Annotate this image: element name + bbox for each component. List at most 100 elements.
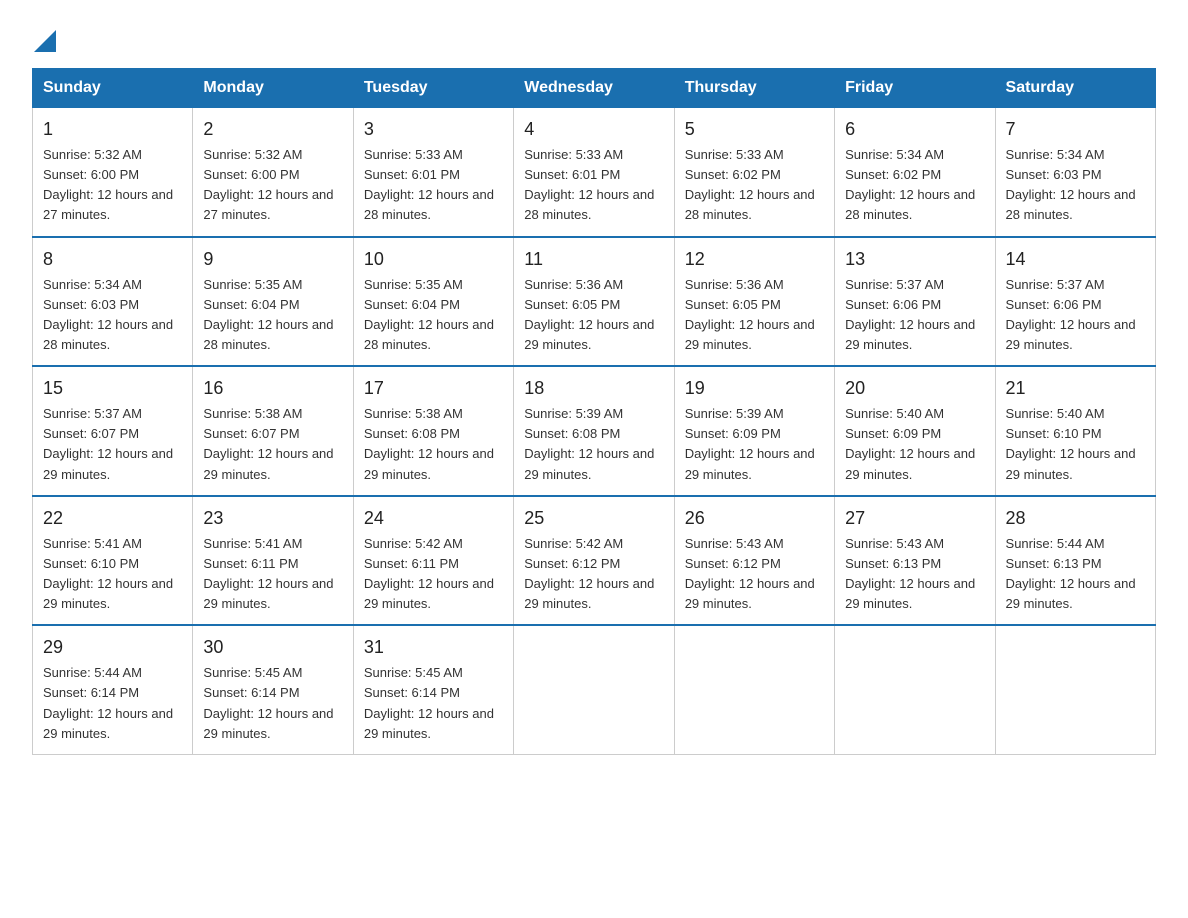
calendar-cell: 27 Sunrise: 5:43 AMSunset: 6:13 PMDayligh…	[835, 496, 995, 626]
day-info: Sunrise: 5:36 AMSunset: 6:05 PMDaylight:…	[685, 277, 815, 352]
calendar-cell: 13 Sunrise: 5:37 AMSunset: 6:06 PMDayligh…	[835, 237, 995, 367]
calendar-cell: 10Sunrise: 5:35 AMSunset: 6:04 PMDayligh…	[353, 237, 513, 367]
day-info: Sunrise: 5:38 AMSunset: 6:07 PMDaylight:…	[203, 406, 333, 481]
day-info: Sunrise: 5:40 AMSunset: 6:09 PMDaylight:…	[845, 406, 975, 481]
day-number: 24	[364, 505, 503, 532]
day-number: 21	[1006, 375, 1145, 402]
day-info: Sunrise: 5:41 AMSunset: 6:11 PMDaylight:…	[203, 536, 333, 611]
day-info: Sunrise: 5:33 AMSunset: 6:02 PMDaylight:…	[685, 147, 815, 222]
weekday-header-row: SundayMondayTuesdayWednesdayThursdayFrid…	[33, 69, 1156, 108]
calendar-cell: 12 Sunrise: 5:36 AMSunset: 6:05 PMDayligh…	[674, 237, 834, 367]
calendar-cell: 16 Sunrise: 5:38 AMSunset: 6:07 PMDayligh…	[193, 366, 353, 496]
calendar-cell	[995, 625, 1155, 754]
calendar-cell: 17Sunrise: 5:38 AMSunset: 6:08 PMDayligh…	[353, 366, 513, 496]
calendar-week-row: 29Sunrise: 5:44 AMSunset: 6:14 PMDayligh…	[33, 625, 1156, 754]
calendar-cell: 30 Sunrise: 5:45 AMSunset: 6:14 PMDayligh…	[193, 625, 353, 754]
calendar-cell: 26 Sunrise: 5:43 AMSunset: 6:12 PMDayligh…	[674, 496, 834, 626]
day-number: 1	[43, 116, 182, 143]
calendar-cell: 4 Sunrise: 5:33 AMSunset: 6:01 PMDaylight…	[514, 108, 674, 237]
day-number: 25	[524, 505, 663, 532]
day-info: Sunrise: 5:33 AMSunset: 6:01 PMDaylight:…	[364, 147, 494, 222]
calendar-week-row: 15 Sunrise: 5:37 AMSunset: 6:07 PMDayligh…	[33, 366, 1156, 496]
day-number: 11	[524, 246, 663, 273]
day-info: Sunrise: 5:42 AMSunset: 6:12 PMDaylight:…	[524, 536, 654, 611]
day-number: 16	[203, 375, 342, 402]
calendar-cell	[835, 625, 995, 754]
calendar-cell: 23 Sunrise: 5:41 AMSunset: 6:11 PMDayligh…	[193, 496, 353, 626]
day-info: Sunrise: 5:45 AMSunset: 6:14 PMDaylight:…	[364, 665, 494, 740]
day-info: Sunrise: 5:43 AMSunset: 6:13 PMDaylight:…	[845, 536, 975, 611]
day-info: Sunrise: 5:37 AMSunset: 6:06 PMDaylight:…	[845, 277, 975, 352]
day-info: Sunrise: 5:35 AMSunset: 6:04 PMDaylight:…	[203, 277, 333, 352]
day-number: 7	[1006, 116, 1145, 143]
weekday-header-thursday: Thursday	[674, 69, 834, 108]
day-info: Sunrise: 5:43 AMSunset: 6:12 PMDaylight:…	[685, 536, 815, 611]
calendar-week-row: 8Sunrise: 5:34 AMSunset: 6:03 PMDaylight…	[33, 237, 1156, 367]
weekday-header-friday: Friday	[835, 69, 995, 108]
calendar-cell: 21 Sunrise: 5:40 AMSunset: 6:10 PMDayligh…	[995, 366, 1155, 496]
calendar-week-row: 1 Sunrise: 5:32 AMSunset: 6:00 PMDaylight…	[33, 108, 1156, 237]
calendar-cell: 2 Sunrise: 5:32 AMSunset: 6:00 PMDaylight…	[193, 108, 353, 237]
calendar-cell	[514, 625, 674, 754]
calendar-cell: 28 Sunrise: 5:44 AMSunset: 6:13 PMDayligh…	[995, 496, 1155, 626]
calendar-cell: 8Sunrise: 5:34 AMSunset: 6:03 PMDaylight…	[33, 237, 193, 367]
logo-triangle-icon	[34, 26, 56, 52]
day-info: Sunrise: 5:39 AMSunset: 6:09 PMDaylight:…	[685, 406, 815, 481]
day-info: Sunrise: 5:32 AMSunset: 6:00 PMDaylight:…	[43, 147, 173, 222]
day-info: Sunrise: 5:34 AMSunset: 6:03 PMDaylight:…	[1006, 147, 1136, 222]
day-info: Sunrise: 5:42 AMSunset: 6:11 PMDaylight:…	[364, 536, 494, 611]
calendar-cell: 31 Sunrise: 5:45 AMSunset: 6:14 PMDayligh…	[353, 625, 513, 754]
day-number: 26	[685, 505, 824, 532]
day-number: 2	[203, 116, 342, 143]
day-info: Sunrise: 5:33 AMSunset: 6:01 PMDaylight:…	[524, 147, 654, 222]
day-number: 23	[203, 505, 342, 532]
day-number: 17	[364, 375, 503, 402]
calendar-cell: 29Sunrise: 5:44 AMSunset: 6:14 PMDayligh…	[33, 625, 193, 754]
calendar-cell: 25 Sunrise: 5:42 AMSunset: 6:12 PMDayligh…	[514, 496, 674, 626]
calendar-cell: 3 Sunrise: 5:33 AMSunset: 6:01 PMDaylight…	[353, 108, 513, 237]
day-number: 30	[203, 634, 342, 661]
calendar-cell: 7 Sunrise: 5:34 AMSunset: 6:03 PMDaylight…	[995, 108, 1155, 237]
day-info: Sunrise: 5:40 AMSunset: 6:10 PMDaylight:…	[1006, 406, 1136, 481]
calendar-cell: 6Sunrise: 5:34 AMSunset: 6:02 PMDaylight…	[835, 108, 995, 237]
day-number: 31	[364, 634, 503, 661]
day-number: 9	[203, 246, 342, 273]
day-info: Sunrise: 5:45 AMSunset: 6:14 PMDaylight:…	[203, 665, 333, 740]
day-info: Sunrise: 5:37 AMSunset: 6:07 PMDaylight:…	[43, 406, 173, 481]
day-number: 27	[845, 505, 984, 532]
day-number: 19	[685, 375, 824, 402]
calendar-cell: 24 Sunrise: 5:42 AMSunset: 6:11 PMDayligh…	[353, 496, 513, 626]
day-number: 15	[43, 375, 182, 402]
weekday-header-saturday: Saturday	[995, 69, 1155, 108]
calendar-cell	[674, 625, 834, 754]
calendar-cell: 15 Sunrise: 5:37 AMSunset: 6:07 PMDayligh…	[33, 366, 193, 496]
day-number: 20	[845, 375, 984, 402]
day-number: 13	[845, 246, 984, 273]
calendar-cell: 20 Sunrise: 5:40 AMSunset: 6:09 PMDayligh…	[835, 366, 995, 496]
day-number: 22	[43, 505, 182, 532]
page-header	[32, 24, 1156, 48]
weekday-header-monday: Monday	[193, 69, 353, 108]
calendar-cell: 1 Sunrise: 5:32 AMSunset: 6:00 PMDaylight…	[33, 108, 193, 237]
calendar-cell: 5Sunrise: 5:33 AMSunset: 6:02 PMDaylight…	[674, 108, 834, 237]
day-number: 4	[524, 116, 663, 143]
calendar-cell: 9 Sunrise: 5:35 AMSunset: 6:04 PMDaylight…	[193, 237, 353, 367]
day-info: Sunrise: 5:44 AMSunset: 6:13 PMDaylight:…	[1006, 536, 1136, 611]
day-info: Sunrise: 5:36 AMSunset: 6:05 PMDaylight:…	[524, 277, 654, 352]
day-number: 14	[1006, 246, 1145, 273]
weekday-header-wednesday: Wednesday	[514, 69, 674, 108]
weekday-header-sunday: Sunday	[33, 69, 193, 108]
calendar-week-row: 22Sunrise: 5:41 AMSunset: 6:10 PMDayligh…	[33, 496, 1156, 626]
logo	[32, 24, 56, 48]
day-info: Sunrise: 5:32 AMSunset: 6:00 PMDaylight:…	[203, 147, 333, 222]
day-number: 18	[524, 375, 663, 402]
day-number: 28	[1006, 505, 1145, 532]
day-info: Sunrise: 5:39 AMSunset: 6:08 PMDaylight:…	[524, 406, 654, 481]
calendar-cell: 18 Sunrise: 5:39 AMSunset: 6:08 PMDayligh…	[514, 366, 674, 496]
day-number: 12	[685, 246, 824, 273]
weekday-header-tuesday: Tuesday	[353, 69, 513, 108]
calendar-table: SundayMondayTuesdayWednesdayThursdayFrid…	[32, 68, 1156, 755]
day-number: 3	[364, 116, 503, 143]
calendar-cell: 11 Sunrise: 5:36 AMSunset: 6:05 PMDayligh…	[514, 237, 674, 367]
day-number: 10	[364, 246, 503, 273]
